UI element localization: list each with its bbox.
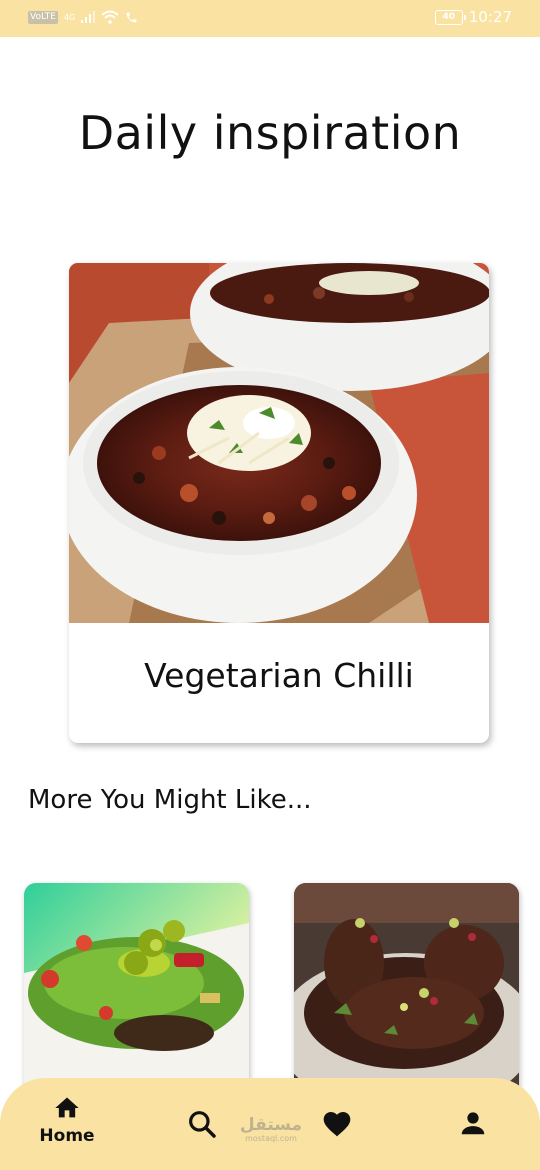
battery-level: 40 — [442, 12, 456, 22]
featured-recipe-image — [69, 263, 489, 623]
recommendation-image — [24, 883, 249, 1103]
status-right: 40 10:27 — [434, 8, 512, 26]
nav-search[interactable] — [186, 1108, 218, 1140]
battery-icon: 40 — [434, 9, 466, 25]
signal-icon — [81, 11, 96, 23]
nav-profile[interactable] — [458, 1108, 488, 1138]
volte-badge: VoLTE — [28, 10, 58, 24]
person-icon — [461, 1112, 485, 1135]
more-you-might-like-heading: More You Might Like... — [28, 785, 312, 815]
nav-home-label: Home — [39, 1126, 95, 1146]
recommendation-card[interactable] — [24, 883, 249, 1103]
page-title: Daily inspiration — [78, 106, 462, 160]
status-bar: VoLTE 4G 40 10:27 — [0, 0, 540, 37]
nav-favorites[interactable] — [320, 1108, 354, 1140]
search-icon — [189, 1111, 216, 1138]
watermark: مستقل mostaql.com — [236, 1116, 306, 1143]
heart-icon — [323, 1112, 351, 1137]
status-left-icons: VoLTE 4G — [28, 10, 138, 24]
watermark-latin: mostaql.com — [245, 1134, 297, 1143]
phone-icon — [126, 12, 137, 22]
recommendation-card[interactable] — [294, 883, 519, 1103]
home-icon — [55, 1097, 79, 1118]
watermark-arabic: مستقل — [239, 1115, 303, 1135]
recommendation-image — [294, 883, 519, 1103]
clock: 10:27 — [468, 8, 512, 26]
nav-home[interactable]: Home — [36, 1094, 98, 1146]
network-type: 4G — [63, 12, 76, 22]
featured-recipe-card[interactable]: Vegetarian Chilli — [69, 263, 489, 743]
featured-recipe-title: Vegetarian Chilli — [144, 656, 414, 695]
wifi-icon — [101, 10, 119, 24]
